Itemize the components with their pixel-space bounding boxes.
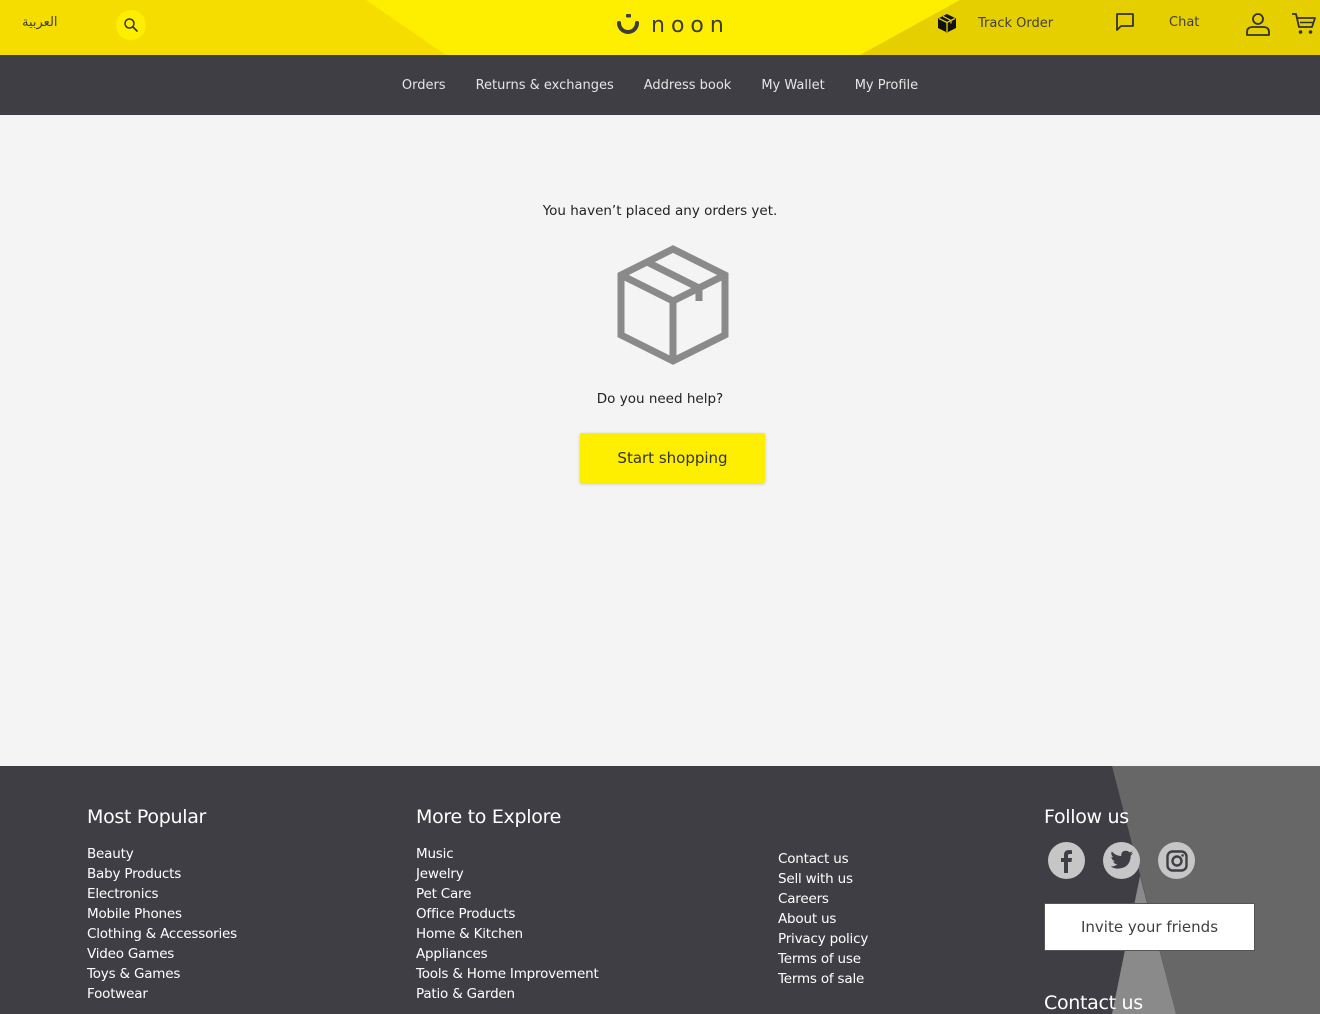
logo-text: noon bbox=[651, 12, 730, 38]
footer-link[interactable]: Appliances bbox=[416, 944, 599, 964]
footer-link[interactable]: Tools & Home Improvement bbox=[416, 964, 599, 984]
nav-item-returns[interactable]: Returns & exchanges bbox=[476, 78, 614, 93]
track-order-link[interactable]: Track Order bbox=[936, 12, 1053, 34]
chat-bubble-icon bbox=[1116, 13, 1134, 31]
chat-link[interactable]: Chat bbox=[1115, 12, 1199, 32]
footer-company-links: Contact us Sell with us Careers About us… bbox=[778, 849, 868, 989]
box-icon bbox=[938, 14, 956, 33]
account-button[interactable] bbox=[1245, 11, 1271, 41]
site-footer: Most Popular Beauty Baby Products Electr… bbox=[0, 766, 1320, 1014]
nav-item-wallet[interactable]: My Wallet bbox=[761, 78, 824, 93]
chat-label: Chat bbox=[1169, 14, 1200, 30]
footer-most-popular: Most Popular Beauty Baby Products Electr… bbox=[87, 806, 237, 1004]
facebook-link[interactable] bbox=[1048, 842, 1085, 879]
footer-link[interactable]: Electronics bbox=[87, 884, 237, 904]
footer-link[interactable]: Sell with us bbox=[778, 869, 868, 889]
noon-logo[interactable]: noon bbox=[615, 10, 730, 40]
footer-link[interactable]: Terms of use bbox=[778, 949, 868, 969]
language-switch-link[interactable]: العربية bbox=[22, 15, 58, 30]
footer-heading-most-popular: Most Popular bbox=[87, 806, 207, 828]
footer-heading-more-to-explore: More to Explore bbox=[416, 806, 562, 828]
instagram-link[interactable] bbox=[1158, 842, 1195, 879]
footer-link[interactable]: Footwear bbox=[87, 984, 237, 1004]
cart-icon bbox=[1292, 13, 1316, 34]
invite-friends-button[interactable]: Invite your friends bbox=[1044, 903, 1255, 951]
footer-link[interactable]: About us bbox=[778, 909, 868, 929]
nav-item-address-book[interactable]: Address book bbox=[644, 78, 732, 93]
footer-link[interactable]: Toys & Games bbox=[87, 964, 237, 984]
footer-more-to-explore: More to Explore Music Jewelry Pet Care O… bbox=[416, 806, 599, 1004]
package-icon bbox=[617, 245, 729, 365]
help-text: Do you need help? bbox=[596, 391, 724, 407]
noon-logo-mark-icon bbox=[617, 14, 639, 34]
account-nav: Orders Returns & exchanges Address book … bbox=[0, 55, 1320, 115]
twitter-icon bbox=[1110, 850, 1133, 869]
footer-follow-us: Follow us bbox=[1044, 806, 1209, 879]
orders-empty-state: You haven’t placed any orders yet. Do yo… bbox=[0, 115, 1320, 766]
search-icon bbox=[124, 18, 138, 32]
footer-link[interactable]: Privacy policy bbox=[778, 929, 868, 949]
footer-link[interactable]: Pet Care bbox=[416, 884, 599, 904]
nav-item-orders[interactable]: Orders bbox=[402, 78, 446, 93]
footer-link[interactable]: Careers bbox=[778, 889, 868, 909]
search-button[interactable] bbox=[116, 10, 146, 40]
empty-box-illustration bbox=[613, 243, 733, 371]
footer-link[interactable]: Mobile Phones bbox=[87, 904, 237, 924]
footer-heading-contact-us: Contact us bbox=[1044, 992, 1143, 1014]
footer-link[interactable]: Home & Kitchen bbox=[416, 924, 599, 944]
start-shopping-button[interactable]: Start shopping bbox=[580, 433, 765, 483]
empty-orders-message: You haven’t placed any orders yet. bbox=[542, 203, 778, 219]
top-header: العربية noon Track Order Chat bbox=[0, 0, 1320, 55]
footer-link[interactable]: Music bbox=[416, 844, 599, 864]
footer-link[interactable]: Jewelry bbox=[416, 864, 599, 884]
footer-link[interactable]: Contact us bbox=[778, 849, 868, 869]
footer-link[interactable]: Terms of sale bbox=[778, 969, 868, 989]
user-icon bbox=[1246, 13, 1270, 36]
footer-link[interactable]: Beauty bbox=[87, 844, 237, 864]
footer-link[interactable]: Video Games bbox=[87, 944, 237, 964]
facebook-icon bbox=[1060, 849, 1072, 873]
footer-link[interactable]: Office Products bbox=[416, 904, 599, 924]
footer-link[interactable]: Clothing & Accessories bbox=[87, 924, 237, 944]
footer-heading-follow-us: Follow us bbox=[1044, 806, 1129, 828]
cart-button[interactable] bbox=[1291, 11, 1317, 41]
instagram-icon bbox=[1165, 849, 1188, 872]
footer-link[interactable]: Patio & Garden bbox=[416, 984, 599, 1004]
nav-item-profile[interactable]: My Profile bbox=[855, 78, 918, 93]
track-order-label: Track Order bbox=[978, 15, 1054, 31]
footer-link[interactable]: Baby Products bbox=[87, 864, 237, 884]
twitter-link[interactable] bbox=[1103, 842, 1140, 879]
